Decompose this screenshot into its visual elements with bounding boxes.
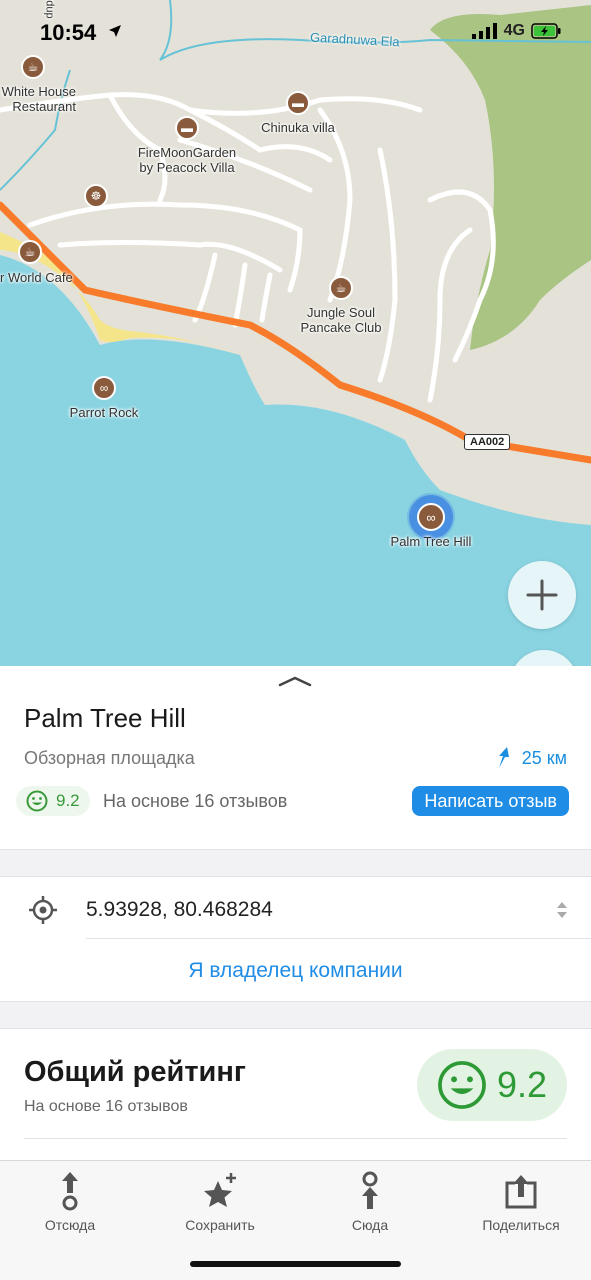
row-divider — [24, 1138, 567, 1139]
share-button[interactable]: Поделиться — [451, 1171, 591, 1233]
route-to-button[interactable]: Сюда — [300, 1171, 440, 1233]
dharma-wheel-icon[interactable]: ☸ — [84, 184, 108, 208]
row-divider — [86, 938, 591, 939]
smiley-icon — [438, 1061, 486, 1109]
status-time: 10:54 — [40, 20, 97, 45]
overall-rating-subtitle: На основе 16 отзывов — [24, 1098, 188, 1115]
network-type: 4G — [503, 22, 525, 39]
plus-icon — [526, 579, 558, 611]
write-review-button[interactable]: Написать отзыв — [412, 786, 569, 816]
smiley-icon — [26, 790, 48, 812]
poi-label-white-house: White House Restaurant — [1, 84, 76, 114]
crosshair-icon — [29, 896, 57, 924]
tab-label: Отсюда — [44, 1217, 96, 1233]
cafe-icon[interactable]: ☕ — [18, 240, 42, 264]
overall-rating-title: Общий рейтинг — [24, 1056, 246, 1088]
binoculars-icon: ∞ — [417, 503, 445, 531]
tab-label: Сюда — [351, 1217, 389, 1233]
binoculars-icon[interactable]: ∞ — [92, 376, 116, 400]
location-arrow-icon — [109, 25, 121, 37]
direction-arrow-icon — [498, 747, 509, 768]
sort-arrows-icon — [557, 902, 567, 918]
map-view[interactable]: Garadnuwa Ela Udup ☕ White House Restaur… — [0, 0, 591, 666]
tab-label: Поделиться — [482, 1217, 560, 1233]
rating-value: 9.2 — [56, 791, 80, 810]
route-from-icon — [62, 1172, 78, 1211]
section-divider — [0, 1001, 591, 1029]
rating-chip[interactable]: 9.2 — [16, 786, 90, 816]
distance-value: 25 км — [521, 747, 567, 768]
overall-rating-badge: 9.2 — [417, 1049, 567, 1121]
chevron-up-icon[interactable] — [277, 674, 313, 688]
action-bar: Отсюда Сохранить Сюда Поделиться — [0, 1160, 591, 1280]
poi-label-world-cafe: r World Cafe — [0, 270, 73, 285]
route-from-button[interactable]: Отсюда — [0, 1171, 140, 1233]
zoom-in-button[interactable] — [508, 561, 576, 629]
battery-charging-icon — [531, 23, 561, 39]
save-button[interactable]: Сохранить — [150, 1171, 290, 1233]
distance[interactable]: 25 км — [494, 746, 567, 770]
hotel-icon[interactable]: ▬ — [175, 116, 199, 140]
poi-label-firemoongarden: FireMoonGarden by Peacock Villa — [137, 145, 237, 175]
road-shield: AA002 — [464, 434, 511, 450]
tab-label: Сохранить — [185, 1217, 255, 1233]
selected-place-marker[interactable]: ∞ — [409, 495, 453, 539]
status-bar: 10:54 4G — [0, 0, 591, 60]
star-add-icon — [204, 1173, 236, 1207]
poi-label-jungle-soul: Jungle Soul Pancake Club — [300, 305, 382, 335]
poi-label-chinuka-villa: Chinuka villa — [261, 120, 335, 135]
owner-link[interactable]: Я владелец компании — [0, 959, 591, 983]
status-right: 4G — [471, 22, 561, 40]
route-to-icon — [362, 1171, 378, 1209]
place-category: Обзорная площадка — [24, 748, 195, 768]
poi-label-parrot-rock: Parrot Rock — [69, 405, 139, 420]
place-title: Palm Tree Hill — [24, 703, 186, 733]
share-icon — [505, 1175, 537, 1209]
section-divider — [0, 849, 591, 877]
home-indicator[interactable] — [190, 1261, 401, 1267]
poi-label-palm-tree-hill: Palm Tree Hill — [390, 534, 472, 549]
reviews-count: На основе 16 отзывов — [103, 791, 288, 811]
hotel-icon[interactable]: ▬ — [286, 91, 310, 115]
cafe-icon[interactable]: ☕ — [329, 276, 353, 300]
coordinates-value: 5.93928, 80.468284 — [86, 898, 273, 921]
coordinates-row[interactable]: 5.93928, 80.468284 — [0, 879, 591, 941]
overall-rating-value: 9.2 — [496, 1064, 548, 1105]
signal-icon — [471, 23, 497, 39]
